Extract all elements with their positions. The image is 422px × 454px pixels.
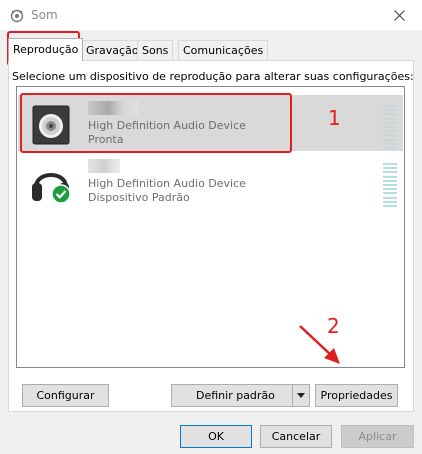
- tab-label: Reprodução: [13, 43, 79, 56]
- device-description: High Definition Audio Device: [88, 119, 246, 132]
- device-list[interactable]: High Definition Audio Device Pronta High…: [16, 86, 405, 368]
- tab-label: Comunicações: [183, 44, 264, 57]
- tab-reproducao[interactable]: Reprodução: [8, 38, 84, 61]
- volume-meter: [383, 105, 397, 149]
- chevron-down-icon[interactable]: [295, 389, 307, 401]
- split-divider: [292, 385, 293, 406]
- tab-label: Sons: [142, 44, 169, 57]
- set-default-button[interactable]: Definir padrão: [171, 384, 310, 407]
- ok-button[interactable]: OK: [180, 425, 252, 448]
- device-name-redacted: [88, 101, 138, 115]
- device-status: Dispositivo Padrão: [88, 191, 190, 204]
- apply-button[interactable]: Aplicar: [341, 425, 414, 448]
- close-button[interactable]: [376, 0, 422, 30]
- tab-strip: Reprodução Gravação Sons Comunicações: [8, 38, 414, 61]
- tab-gravacao[interactable]: Gravação: [81, 40, 144, 60]
- device-description: High Definition Audio Device: [88, 177, 246, 190]
- title-bar: Som: [0, 0, 422, 30]
- device-name-redacted: [88, 159, 120, 173]
- set-default-label: Definir padrão: [196, 389, 275, 402]
- tab-sons[interactable]: Sons: [137, 40, 174, 60]
- properties-button[interactable]: Propriedades: [315, 384, 398, 407]
- tab-label: Gravação: [86, 44, 139, 57]
- device-status: Pronta: [88, 133, 124, 146]
- configure-button[interactable]: Configurar: [22, 384, 109, 407]
- cancel-button[interactable]: Cancelar: [260, 425, 332, 448]
- speaker-settings-icon: [10, 9, 24, 23]
- headphones-icon: [32, 173, 71, 204]
- tab-comunicacoes[interactable]: Comunicações: [178, 40, 269, 60]
- device-row-headphones[interactable]: High Definition Audio Device Dispositivo…: [18, 153, 403, 209]
- close-icon: [393, 9, 405, 21]
- instruction-text: Selecione um dispositivo de reprodução p…: [12, 70, 414, 83]
- annotation-number-1: 1: [328, 106, 341, 130]
- window-title: Som: [31, 8, 58, 22]
- annotation-arrow: [299, 325, 340, 364]
- volume-meter: [383, 163, 397, 207]
- device-row-speakers[interactable]: High Definition Audio Device Pronta: [18, 95, 403, 151]
- speaker-icon: [32, 105, 70, 145]
